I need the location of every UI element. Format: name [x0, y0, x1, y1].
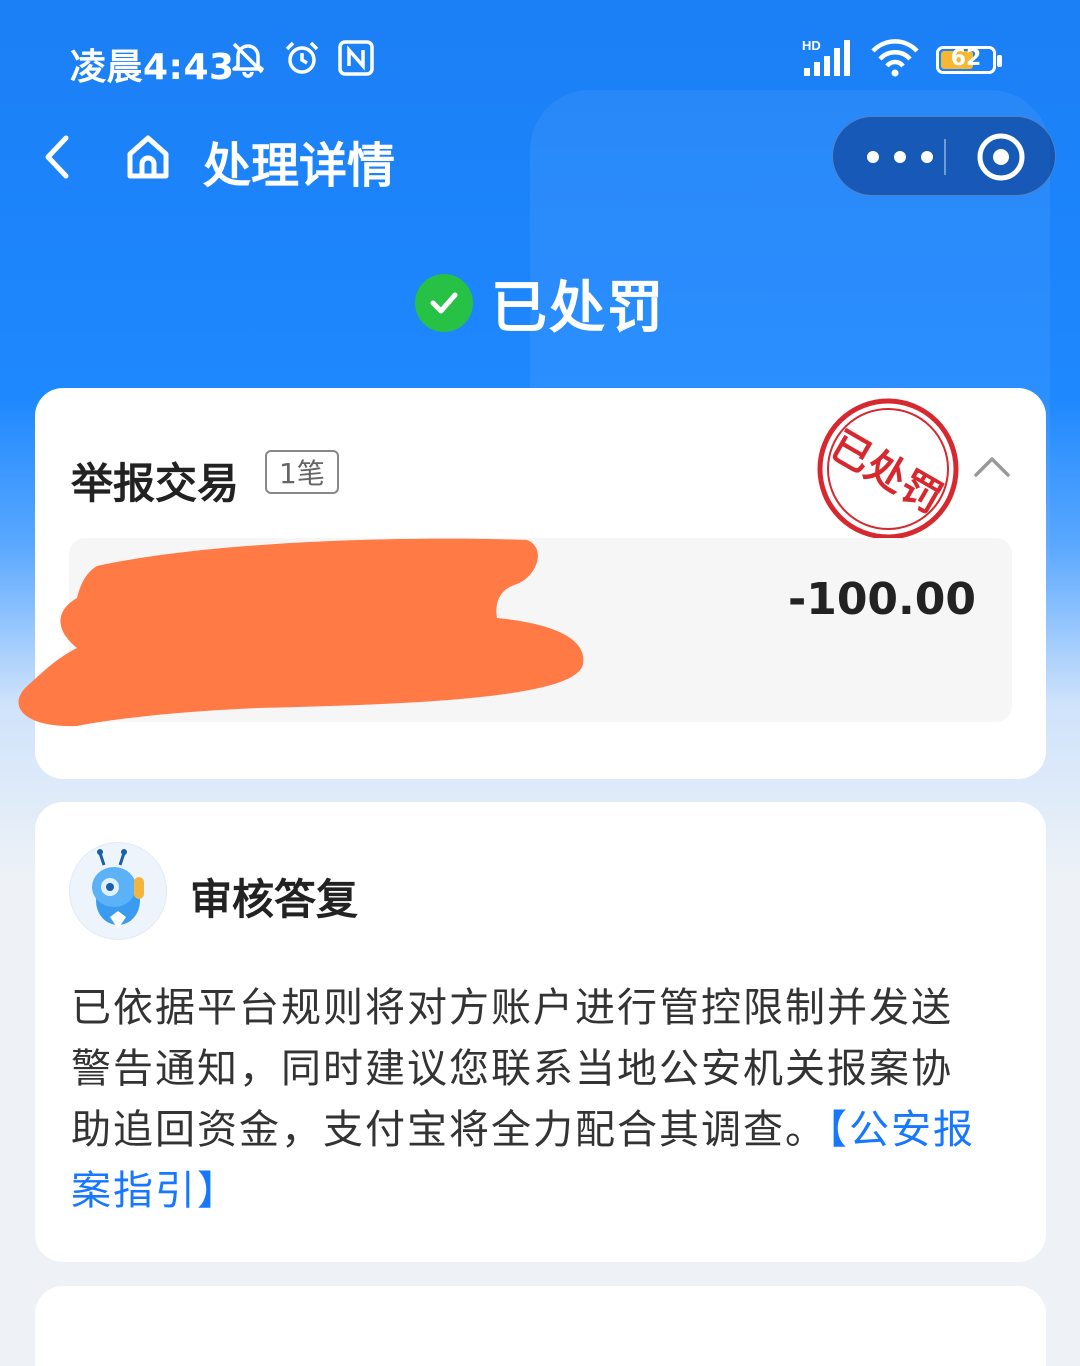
battery-level: 62	[950, 46, 982, 71]
back-button[interactable]	[34, 132, 84, 182]
nfc-icon	[338, 40, 374, 76]
signal-icon: HD	[802, 38, 850, 76]
review-body: 已依据平台规则将对方账户进行管控限制并发送警告通知，同时建议您联系当地公安机关报…	[71, 978, 991, 1222]
report-card: 举报交易 1笔 已处罚 -100.00	[18, 388, 1046, 779]
status-icons-left	[228, 38, 376, 78]
review-card: 审核答复 已依据平台规则将对方账户进行管控限制并发送警告通知，同时建议您联系当地…	[35, 802, 1046, 1262]
bell-off-icon	[232, 42, 264, 78]
transaction-amount: -100.00	[787, 574, 976, 625]
alarm-icon	[285, 41, 319, 74]
status-label: 已处罚	[491, 275, 665, 341]
check-circle-icon	[415, 274, 473, 332]
home-icon[interactable]	[122, 130, 174, 182]
battery-icon: 62	[936, 46, 1002, 74]
network-type-label: HD	[802, 38, 821, 53]
status-time: 凌晨4:43	[70, 47, 235, 88]
redaction-scribble	[18, 538, 584, 727]
target-icon[interactable]	[975, 131, 1027, 183]
penalty-stamp: 已处罚	[817, 398, 959, 540]
review-text: 已依据平台规则将对方账户进行管控限制并发送警告通知，同时建议您联系当地公安机关报…	[71, 985, 953, 1153]
report-title: 举报交易	[71, 459, 240, 508]
assistant-avatar	[69, 842, 167, 940]
collapse-chevron-icon[interactable]	[973, 454, 1011, 478]
next-card	[35, 1286, 1046, 1366]
capsule-divider	[944, 139, 946, 175]
status-bar: 凌晨4:43 HD	[0, 28, 1080, 92]
count-badge: 1笔	[265, 450, 339, 494]
status-heading: 已处罚	[0, 268, 1080, 341]
nav-bar: 处理详情	[0, 112, 1080, 202]
review-title: 审核答复	[190, 875, 359, 924]
page-title: 处理详情	[203, 138, 396, 194]
mini-program-capsule	[832, 116, 1056, 196]
wifi-icon	[871, 39, 919, 77]
more-dots-icon[interactable]	[865, 143, 935, 171]
